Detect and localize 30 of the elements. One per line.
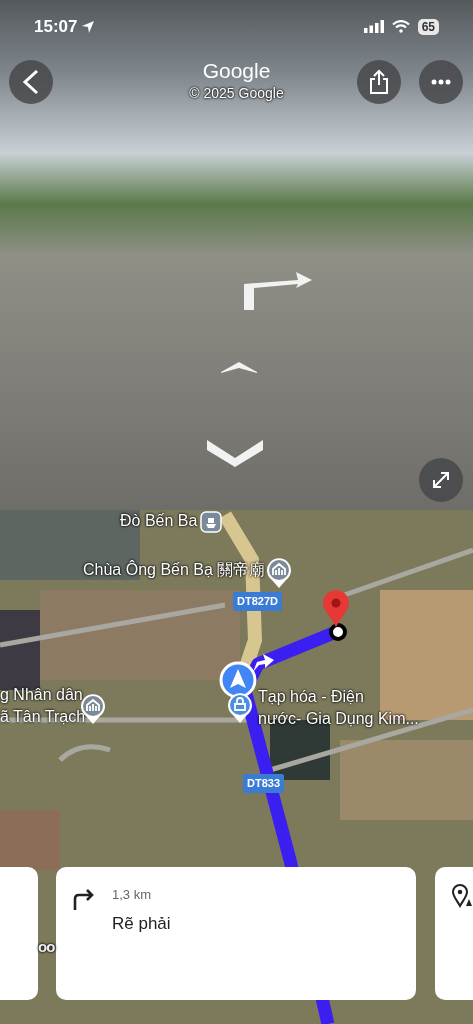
road-label: DT827D bbox=[233, 592, 282, 611]
signal-icon bbox=[363, 20, 384, 34]
place-label[interactable]: Đò Bến Ba bbox=[120, 510, 198, 531]
shopping-bag-icon[interactable] bbox=[227, 693, 253, 723]
map-pin-icon[interactable] bbox=[322, 590, 350, 628]
wifi-icon bbox=[391, 20, 410, 34]
copyright-text: © 2025 Google bbox=[188, 84, 285, 102]
turn-right-icon bbox=[72, 889, 96, 911]
temple-icon[interactable] bbox=[266, 558, 292, 588]
more-icon bbox=[431, 79, 451, 85]
location-pin-icon bbox=[452, 883, 472, 908]
back-icon bbox=[22, 69, 40, 95]
place-label[interactable]: g Nhân dân bbox=[0, 684, 83, 705]
place-label[interactable]: nước- Gia Dụng Kim... bbox=[258, 708, 419, 729]
status-time: 15:07 bbox=[34, 16, 78, 38]
step-instruction: Rẽ phải bbox=[112, 912, 171, 935]
chevron-icon[interactable] bbox=[206, 438, 264, 468]
place-label[interactable]: ã Tân Trạch bbox=[0, 706, 86, 727]
step-distance: 1,3 km bbox=[112, 886, 152, 904]
share-icon bbox=[369, 69, 389, 95]
expand-icon bbox=[431, 470, 451, 490]
step-card[interactable]: 1,3 km Rẽ phải bbox=[56, 867, 416, 1000]
street-view-title: Google bbox=[201, 58, 272, 84]
chevron-icon[interactable] bbox=[220, 360, 258, 374]
road-label: DT833 bbox=[243, 774, 285, 793]
location-arrow-icon bbox=[81, 19, 96, 34]
map-logo: oo bbox=[38, 938, 55, 956]
ferry-icon[interactable] bbox=[200, 511, 222, 533]
destination-ring-icon bbox=[328, 622, 348, 642]
place-label[interactable]: Tạp hóa - Điện bbox=[258, 686, 364, 707]
